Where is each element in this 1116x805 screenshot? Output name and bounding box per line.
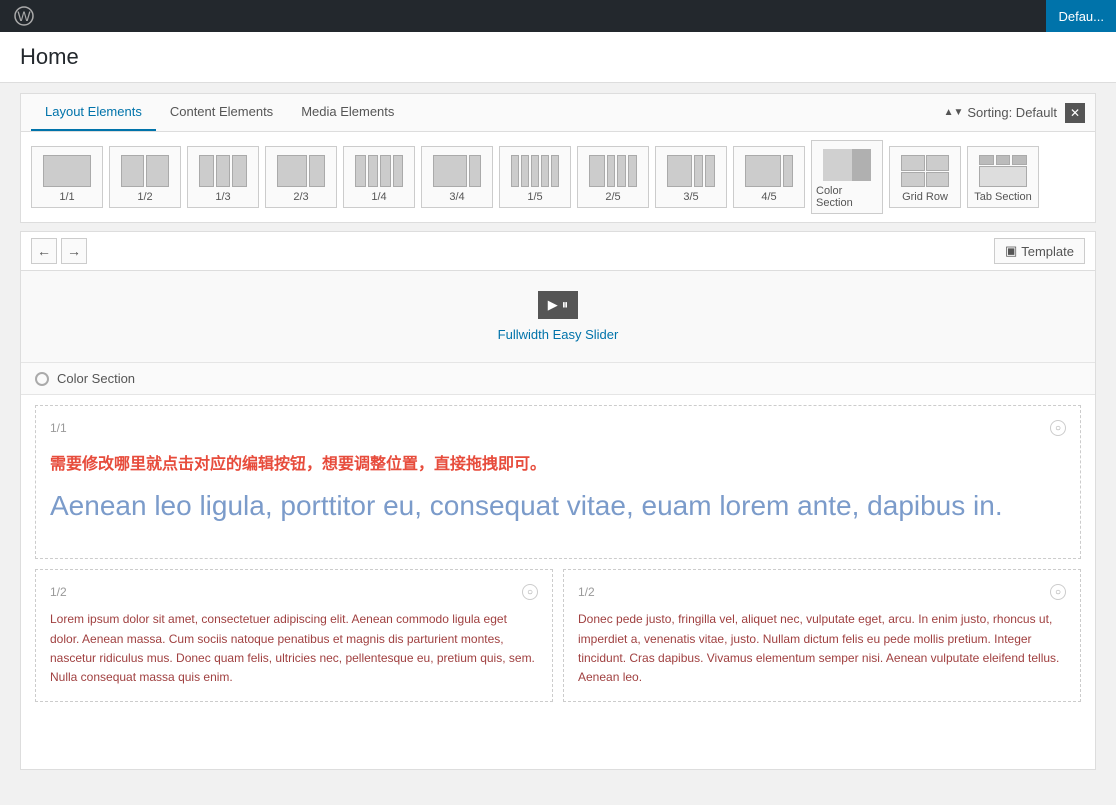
grid-item-label: Grid Row [902, 191, 948, 203]
grid-item-grid-row[interactable]: Grid Row [889, 146, 961, 208]
layout-panel: Layout Elements Content Elements Media E… [20, 93, 1096, 223]
grid-item-2-3[interactable]: 2/3 [265, 146, 337, 208]
panel-close-button[interactable]: ✕ [1065, 103, 1085, 123]
grid-icon-3-4 [433, 155, 481, 187]
tab-layout-elements[interactable]: Layout Elements [31, 94, 156, 131]
sort-arrows-icon: ▲▼ [944, 108, 964, 118]
grid-item-3-4[interactable]: 3/4 [421, 146, 493, 208]
grid-icon-tab-section [979, 155, 1027, 187]
half-col-2-header: 1/2 ○ [578, 584, 1066, 600]
half-col-2-options[interactable]: ○ [1050, 584, 1066, 600]
full-column: 1/1 ○ 需要修改哪里就点击对应的编辑按钮，想要调整位置，直接拖拽即可。 Ae… [35, 405, 1081, 559]
grid-item-1-5[interactable]: 1/5 [499, 146, 571, 208]
grid-item-1-1[interactable]: 1/1 [31, 146, 103, 208]
grid-item-4-5[interactable]: 4/5 [733, 146, 805, 208]
half-col-1-label: 1/2 [50, 585, 67, 599]
grid-item-1-4[interactable]: 1/4 [343, 146, 415, 208]
grid-item-label: 1/1 [59, 191, 74, 203]
slider-label: Fullwidth Easy Slider [498, 327, 619, 342]
grid-icon-3-5 [667, 155, 715, 187]
redo-button[interactable]: → [61, 238, 87, 264]
grid-item-label: 2/3 [293, 191, 308, 203]
sorting-label: Sorting: Default [967, 105, 1057, 120]
tab-media-elements[interactable]: Media Elements [287, 94, 408, 131]
template-label: Template [1021, 244, 1074, 259]
half-col-1-header: 1/2 ○ [50, 584, 538, 600]
half-col-2-label: 1/2 [578, 585, 595, 599]
full-col-label: 1/1 [50, 421, 67, 435]
half-col-2: 1/2 ○ Donec pede justo, fringilla vel, a… [563, 569, 1081, 702]
two-col-row: 1/2 ○ Lorem ipsum dolor sit amet, consec… [35, 569, 1081, 702]
layout-tabs: Layout Elements Content Elements Media E… [21, 94, 1095, 132]
main-content: Layout Elements Content Elements Media E… [0, 83, 1116, 780]
half-col-1-text: Lorem ipsum dolor sit amet, consectetuer… [50, 610, 538, 687]
page-title-bar: Home [0, 32, 1116, 83]
grid-item-1-3[interactable]: 1/3 [187, 146, 259, 208]
default-button[interactable]: Defau... [1046, 0, 1116, 32]
admin-bar: W Defau... [0, 0, 1116, 32]
slider-pause-icon: ⏸ [562, 297, 569, 313]
grid-item-label: 2/5 [605, 191, 620, 203]
color-section-label: Color Section [57, 371, 135, 386]
half-col-2-text: Donec pede justo, fringilla vel, aliquet… [578, 610, 1066, 687]
grid-icon-4-5 [745, 155, 793, 187]
slider-play-icon: ▶ [548, 297, 558, 313]
grid-item-2-5[interactable]: 2/5 [577, 146, 649, 208]
half-col-1: 1/2 ○ Lorem ipsum dolor sit amet, consec… [35, 569, 553, 702]
grid-item-color-section[interactable]: Color Section [811, 140, 883, 214]
content-area: 1/1 ○ 需要修改哪里就点击对应的编辑按钮，想要调整位置，直接拖拽即可。 Ae… [21, 395, 1095, 722]
grid-item-label: Color Section [816, 185, 878, 209]
color-section-radio[interactable] [35, 372, 49, 386]
grid-item-label: Tab Section [974, 191, 1031, 203]
grid-item-label: 3/4 [449, 191, 464, 203]
notice-text: 需要修改哪里就点击对应的编辑按钮，想要调整位置，直接拖拽即可。 [50, 446, 1066, 478]
slider-controls[interactable]: ▶ ⏸ [538, 291, 579, 319]
big-text: Aenean leo ligula, porttitor eu, consequ… [50, 478, 1066, 544]
grid-item-label: 1/5 [527, 191, 542, 203]
grid-icon-2-3 [277, 155, 325, 187]
grid-icon-1-5 [511, 155, 559, 187]
tab-content-elements[interactable]: Content Elements [156, 94, 287, 131]
grid-item-label: 1/3 [215, 191, 230, 203]
grid-icon-1-1 [43, 155, 91, 187]
full-col-header: 1/1 ○ [50, 420, 1066, 436]
half-col-1-options[interactable]: ○ [522, 584, 538, 600]
grid-item-label: 1/2 [137, 191, 152, 203]
undo-button[interactable]: ← [31, 238, 57, 264]
grid-items-container: 1/1 1/2 1/3 [21, 132, 1095, 222]
page-title: Home [20, 44, 1096, 70]
full-col-options[interactable]: ○ [1050, 420, 1066, 436]
editor-canvas: ▶ ⏸ Fullwidth Easy Slider Color Section … [20, 270, 1096, 770]
grid-item-tab-section[interactable]: Tab Section [967, 146, 1039, 208]
template-button[interactable]: ▣ Template [994, 238, 1085, 264]
editor-toolbar: ← → ▣ Template [20, 231, 1096, 270]
grid-item-label: 3/5 [683, 191, 698, 203]
grid-item-3-5[interactable]: 3/5 [655, 146, 727, 208]
grid-icon-1-4 [355, 155, 403, 187]
slider-section: ▶ ⏸ Fullwidth Easy Slider [21, 271, 1095, 363]
grid-icon-1-2 [121, 155, 169, 187]
grid-icon-2-5 [589, 155, 637, 187]
page-wrapper: Home Layout Elements Content Elements Me… [0, 32, 1116, 805]
grid-item-label: 1/4 [371, 191, 386, 203]
wp-logo-icon[interactable]: W [8, 0, 40, 32]
color-section-bar[interactable]: Color Section [21, 363, 1095, 395]
sorting-control[interactable]: ▲▼ Sorting: Default [944, 105, 1057, 120]
grid-icon-color-section [823, 149, 871, 181]
grid-item-label: 4/5 [761, 191, 776, 203]
grid-item-1-2[interactable]: 1/2 [109, 146, 181, 208]
grid-icon-grid-row [901, 155, 949, 187]
grid-icon-1-3 [199, 155, 247, 187]
svg-text:W: W [17, 8, 31, 24]
template-icon: ▣ [1005, 243, 1017, 259]
